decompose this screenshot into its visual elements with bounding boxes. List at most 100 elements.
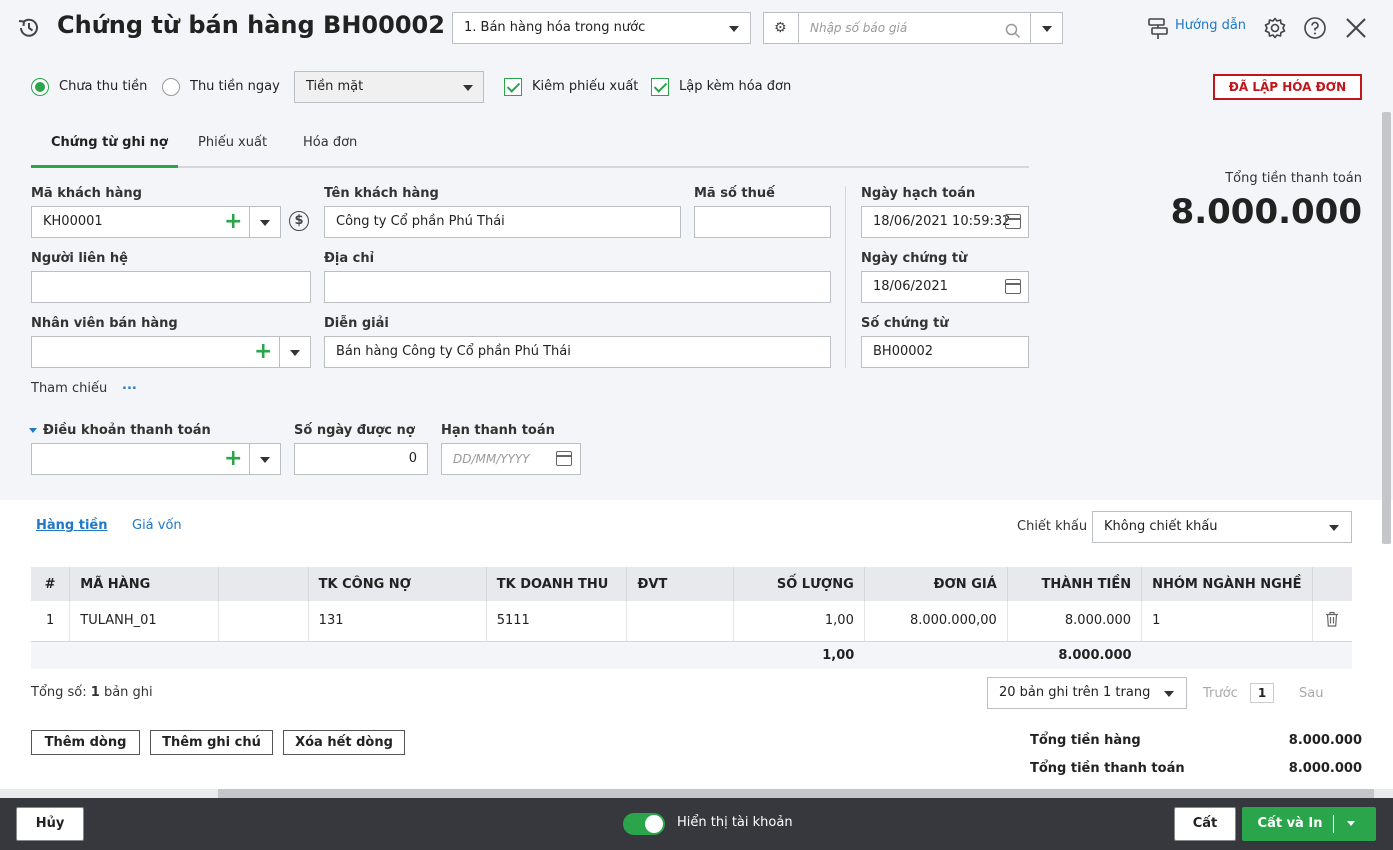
col-unit-price[interactable]: ĐƠN GIÁ (864, 567, 1008, 601)
chevron-down-icon (729, 26, 739, 32)
add-salesperson-icon[interactable]: + (254, 337, 272, 367)
current-page[interactable]: 1 (1250, 683, 1274, 703)
address-input[interactable] (324, 271, 831, 303)
chevron-down-icon[interactable] (260, 457, 270, 463)
voucher-date-input[interactable]: 18/06/2021 (861, 271, 1029, 303)
save-button[interactable]: Cất (1174, 807, 1236, 841)
cell-unit[interactable] (626, 601, 734, 642)
save-print-button[interactable]: Cất và In (1242, 807, 1376, 841)
history-icon[interactable] (16, 15, 42, 41)
col-item-code[interactable]: MÃ HÀNG (69, 567, 219, 601)
cell-item-code[interactable]: TULANH_01 (69, 601, 219, 642)
dollar-circle-icon[interactable]: $ (289, 211, 309, 231)
page-size-select[interactable]: 20 bản ghi trên 1 trang (987, 677, 1187, 709)
settings-icon[interactable] (1263, 16, 1287, 44)
with-delivery-label: Kiêm phiếu xuất (532, 79, 639, 94)
calendar-icon[interactable] (1005, 279, 1021, 294)
tab-delivery[interactable]: Phiếu xuất (198, 135, 267, 150)
chevron-down-icon[interactable] (260, 220, 270, 226)
with-invoice-checkbox[interactable] (651, 78, 669, 96)
calendar-icon[interactable] (556, 451, 572, 466)
voucher-type-select[interactable]: 1. Bán hàng hóa trong nước (452, 12, 751, 44)
tax-code-input[interactable] (694, 206, 831, 238)
col-industry-group[interactable]: NHÓM NGÀNH NGHỀ (1141, 567, 1313, 601)
toggle-knob (645, 815, 663, 833)
col-revenue-account[interactable]: TK DOANH THU (486, 567, 628, 601)
total-goods-value: 8.000.000 (1288, 733, 1362, 748)
cancel-button[interactable]: Hủy (16, 807, 84, 841)
search-icon[interactable] (1005, 21, 1021, 43)
contact-input[interactable] (31, 271, 311, 303)
reference-more-link[interactable]: ... (122, 378, 137, 393)
calendar-icon[interactable] (1005, 214, 1021, 229)
col-unit[interactable]: ĐVT (626, 567, 734, 601)
customer-code-input[interactable]: KH00001 + (31, 206, 281, 238)
paid-now-radio[interactable] (162, 78, 180, 96)
chevron-down-icon[interactable] (1347, 821, 1355, 826)
add-row-button[interactable]: Thêm dòng (31, 730, 140, 755)
chevron-down-icon (1329, 525, 1339, 531)
col-quantity[interactable]: SỐ LƯỢNG (733, 567, 865, 601)
cell-blank[interactable] (218, 601, 309, 642)
next-page-button[interactable]: Sau (1299, 686, 1323, 701)
help-icon[interactable] (1303, 16, 1327, 44)
salesperson-input[interactable]: + (31, 336, 311, 368)
chevron-down-icon (1164, 691, 1174, 697)
trash-icon[interactable] (1325, 611, 1339, 631)
cell-delete (1312, 601, 1352, 642)
posting-date-input[interactable]: 18/06/2021 10:59:32 (861, 206, 1029, 238)
unpaid-label: Chưa thu tiền (59, 79, 148, 94)
guide-icon[interactable] (1146, 16, 1170, 44)
discount-select[interactable]: Không chiết khấu (1092, 511, 1352, 543)
tab-debit-voucher[interactable]: Chứng từ ghi nợ (51, 135, 168, 150)
prev-page-button[interactable]: Trước (1203, 686, 1238, 701)
add-customer-icon[interactable]: + (224, 207, 242, 237)
contact-label: Người liên hệ (31, 251, 128, 266)
payment-terms-label: Điều khoản thanh toán (43, 423, 211, 438)
due-date-label: Hạn thanh toán (441, 423, 555, 438)
chevron-down-icon[interactable] (1042, 26, 1052, 32)
col-receivable-account[interactable]: TK CÔNG NỢ (308, 567, 487, 601)
tab-goods[interactable]: Hàng tiền (36, 518, 107, 533)
voucher-no-input[interactable]: BH00002 (861, 336, 1029, 368)
due-date-input[interactable]: DD/MM/YYYY (441, 443, 581, 475)
description-input[interactable]: Bán hàng Công ty Cổ phần Phú Thái (324, 336, 831, 368)
vertical-scrollbar[interactable] (1382, 112, 1391, 544)
horizontal-scrollbar[interactable] (218, 789, 1374, 798)
discount-value: Không chiết khấu (1104, 519, 1218, 534)
chevron-down-icon[interactable] (290, 350, 300, 356)
add-payment-terms-icon[interactable]: + (224, 444, 242, 474)
guide-link[interactable]: Hướng dẫn (1175, 18, 1246, 33)
cell-unit-price[interactable]: 8.000.000,00 (864, 601, 1008, 642)
col-blank (218, 567, 309, 601)
collapse-triangle-icon[interactable] (29, 428, 37, 433)
unpaid-radio[interactable] (31, 78, 49, 96)
customer-name-input[interactable]: Công ty Cổ phần Phú Thái (324, 206, 681, 238)
voucher-type-value: 1. Bán hàng hóa trong nước (464, 20, 646, 35)
cell-industry-group[interactable]: 1 (1141, 601, 1313, 642)
cell-revenue-account[interactable]: 5111 (486, 601, 628, 642)
tab-cost[interactable]: Giá vốn (132, 518, 182, 533)
clear-rows-button[interactable]: Xóa hết dòng (283, 730, 405, 755)
payment-method-select[interactable]: Tiền mặt (294, 71, 484, 103)
col-amount[interactable]: THÀNH TIỀN (1007, 567, 1143, 601)
cell-quantity[interactable]: 1,00 (733, 601, 865, 642)
credit-days-input[interactable]: 0 (294, 443, 428, 475)
customer-code-label: Mã khách hàng (31, 186, 142, 201)
show-account-toggle[interactable] (623, 813, 665, 835)
reference-label: Tham chiếu (31, 381, 108, 396)
tab-invoice[interactable]: Hóa đơn (303, 135, 357, 150)
page-title: Chứng từ bán hàng BH00002 (57, 11, 445, 39)
total-payment-summary-value: 8.000.000 (1288, 761, 1362, 776)
table-row[interactable]: 1 TULANH_01 131 5111 1,00 8.000.000,00 8… (31, 601, 1352, 642)
cell-amount[interactable]: 8.000.000 (1007, 601, 1143, 642)
with-delivery-checkbox[interactable] (504, 78, 522, 96)
add-note-button[interactable]: Thêm ghi chú (150, 730, 273, 755)
gear-icon[interactable]: ⚙ (774, 13, 787, 43)
cell-receivable-account[interactable]: 131 (308, 601, 487, 642)
quote-search[interactable]: ⚙ Nhập số báo giá (763, 12, 1063, 44)
payment-terms-input[interactable]: + (31, 443, 281, 475)
discount-label: Chiết khấu (1017, 519, 1088, 534)
table-header-row: # MÃ HÀNG TK CÔNG NỢ TK DOANH THU ĐVT SỐ… (31, 567, 1352, 601)
close-icon[interactable] (1345, 17, 1367, 43)
